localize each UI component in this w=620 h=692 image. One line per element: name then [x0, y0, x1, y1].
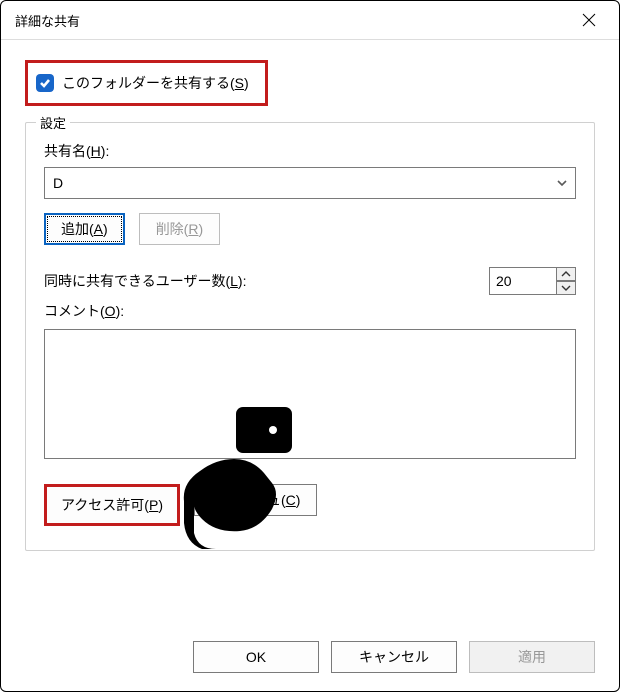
close-icon — [582, 13, 596, 27]
share-name-value: D — [53, 175, 555, 191]
comment-textarea[interactable] — [44, 329, 576, 459]
share-name-select[interactable]: D — [44, 167, 576, 199]
settings-legend: 設定 — [36, 113, 70, 132]
close-button[interactable] — [565, 4, 613, 36]
share-folder-toggle[interactable]: このフォルダーを共有する(S) — [25, 60, 268, 106]
comment-label: コメント(O): — [44, 301, 576, 321]
user-limit-spinner[interactable] — [489, 267, 576, 295]
user-limit-input[interactable] — [489, 267, 556, 295]
user-limit-up[interactable] — [556, 267, 576, 281]
dialog-footer: OK キャンセル 適用 — [1, 629, 619, 691]
add-button[interactable]: 追加(A) — [44, 213, 125, 245]
caret-down-icon — [561, 285, 571, 291]
user-limit-label: 同時に共有できるユーザー数(L): — [44, 271, 246, 291]
remove-button: 削除(R) — [139, 213, 220, 245]
apply-button: 適用 — [469, 641, 595, 673]
share-folder-checkbox[interactable] — [36, 74, 54, 92]
cache-button[interactable]: キャッシュ(C) — [194, 484, 317, 516]
permissions-button[interactable]: アクセス許可(P) — [44, 484, 180, 526]
settings-group: 設定 共有名(H): D 追加(A) 削除(R) 同時に共有できるユーザー数(L… — [25, 122, 595, 551]
checkmark-icon — [39, 77, 51, 89]
titlebar: 詳細な共有 — [1, 1, 619, 40]
dialog-content: このフォルダーを共有する(S) 設定 共有名(H): D 追加(A) 削除(R)… — [1, 40, 619, 629]
user-limit-down[interactable] — [556, 281, 576, 295]
caret-up-icon — [561, 271, 571, 277]
share-name-label: 共有名(H): — [44, 141, 576, 161]
share-folder-label: このフォルダーを共有する(S) — [62, 73, 249, 93]
chevron-down-icon — [555, 176, 569, 190]
window-title: 詳細な共有 — [15, 11, 565, 30]
cancel-button[interactable]: キャンセル — [331, 641, 457, 673]
ok-button[interactable]: OK — [193, 641, 319, 673]
